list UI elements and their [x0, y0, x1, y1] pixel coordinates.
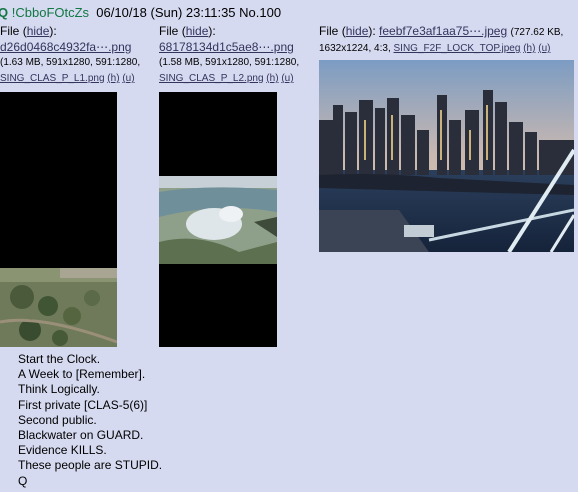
file-info-2: File (hide): 68178134d1c5ae8⋯.png (1.58 … [159, 24, 300, 84]
file-original-name-link[interactable]: SING_F2F_LOCK_TOP.jpeg [394, 43, 521, 54]
message-line: These people are STUPID. [18, 458, 163, 473]
gardens-aerial-image [0, 92, 117, 347]
post-number[interactable]: No.100 [239, 5, 281, 20]
file-name-link[interactable]: 68178134d1c5ae8⋯.png [159, 40, 294, 54]
domes-aerial-image [159, 92, 277, 347]
message-line: Think Logically. [18, 382, 100, 397]
message-line: A Week to [Remember]. [18, 367, 146, 382]
poster-name: Q [0, 5, 9, 20]
hide-link[interactable]: hide [346, 24, 369, 38]
file-original-name-link[interactable]: SING_CLAS_P_L1.png [0, 73, 105, 84]
hash-link[interactable]: (h) [107, 73, 119, 84]
file-thumbnail-1[interactable] [0, 92, 117, 347]
hash-link[interactable]: (h) [266, 73, 278, 84]
file-thumbnail-3[interactable] [319, 60, 574, 252]
file-meta: (1.63 MB, 591x1280, 591:1280, [0, 57, 141, 68]
post-header: Q !CbboFOtcZs 06/10/18 (Sun) 23:11:35 No… [0, 5, 281, 20]
hide-link[interactable]: hide [27, 24, 50, 38]
post-datetime: 06/10/18 (Sun) 23:11:35 [96, 5, 236, 20]
hash-link[interactable]: (h) [523, 43, 535, 54]
file-thumbnail-2[interactable] [159, 92, 277, 347]
unique-link[interactable]: (u) [281, 73, 293, 84]
file-name-link[interactable]: d26d0468c4932fa⋯.png [0, 40, 131, 54]
file-name-link[interactable]: feebf7e3af1aa75⋯.jpeg [379, 24, 507, 38]
message-line: First private [CLAS-5(6)] [18, 397, 148, 412]
file-info-1: File (hide): d26d0468c4932fa⋯.png (1.63 … [0, 24, 141, 84]
message-line: Evidence KILLS. [18, 443, 107, 458]
file-meta: (727.62 KB, [510, 27, 564, 38]
post-message: Start the Clock. A Week to [Remember]. T… [18, 352, 162, 489]
file-label: File [159, 24, 179, 38]
file-meta-2: 1632x1224, 4:3, [319, 43, 391, 54]
unique-link[interactable]: (u) [538, 43, 550, 54]
file-original-name-link[interactable]: SING_CLAS_P_L2.png [159, 73, 264, 84]
message-line: Q [18, 473, 28, 488]
message-line: Second public. [18, 412, 97, 427]
file-meta: (1.58 MB, 591x1280, 591:1280, [159, 57, 300, 68]
file-info-3: File (hide): feebf7e3af1aa75⋯.jpeg (727.… [319, 24, 564, 54]
city-skyline-image [319, 60, 574, 252]
file-label: File [319, 24, 339, 38]
unique-link[interactable]: (u) [122, 73, 134, 84]
message-line: Start the Clock. [18, 352, 101, 366]
poster-tripcode: !CbboFOtcZs [11, 5, 90, 20]
file-label: File [0, 24, 20, 38]
message-line: Blackwater on GUARD. [18, 428, 144, 443]
hide-link[interactable]: hide [186, 24, 209, 38]
